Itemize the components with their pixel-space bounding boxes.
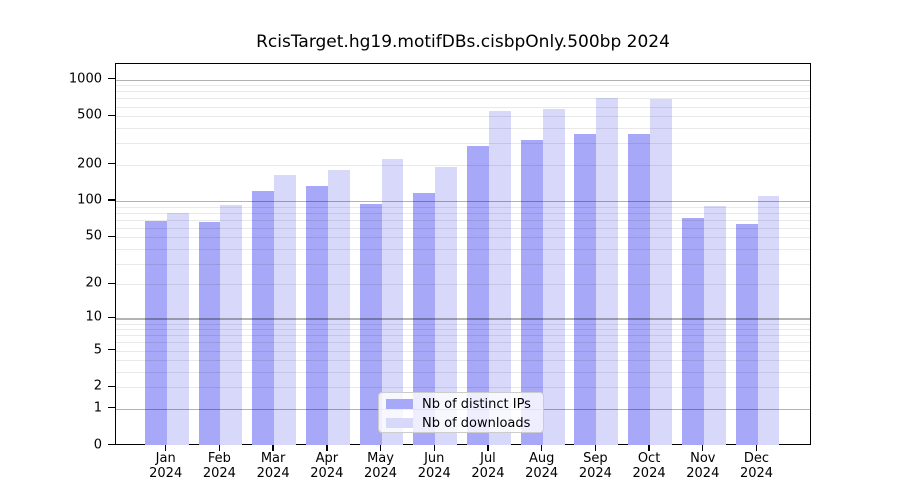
y-axis-tick-mark (108, 163, 115, 164)
y-axis-tick-label: 10 (85, 310, 102, 325)
grid-line-minor (116, 264, 810, 265)
bar-distinct-ips-jan (145, 221, 167, 445)
grid-line-minor (116, 98, 810, 99)
y-axis-tick-mark (108, 236, 115, 237)
grid-line-minor (116, 335, 810, 336)
x-axis-tick-mark (702, 445, 703, 451)
x-axis-tick-mark (648, 445, 649, 451)
x-axis-tick-mark (487, 445, 488, 451)
x-axis-tick-mark (165, 445, 166, 451)
bar-downloads-mar (274, 175, 296, 446)
y-axis-tick-label: 200 (77, 156, 102, 171)
grid-line-minor (116, 324, 810, 325)
legend-swatch-downloads (386, 418, 413, 428)
y-axis-tick-label: 50 (85, 229, 102, 244)
bar-distinct-ips-feb (199, 222, 221, 446)
y-axis-tick-label: 100 (77, 193, 102, 208)
bar-downloads-aug (543, 109, 565, 446)
y-axis-tick-mark (108, 317, 115, 318)
x-axis-tick-mark (434, 445, 435, 451)
y-axis-tick-mark (108, 444, 115, 445)
grid-line-minor (116, 116, 810, 117)
grid-line-minor (116, 329, 810, 330)
grid-line-minor (116, 128, 810, 129)
grid-line-minor (116, 213, 810, 214)
plot-area (115, 63, 811, 445)
bar-downloads-oct (650, 99, 672, 445)
grid-line-major (116, 80, 810, 81)
x-axis-tick-mark (219, 445, 220, 451)
y-axis-tick-mark (108, 78, 115, 79)
legend-item-distinct-ips: Nb of distinct IPs (386, 398, 531, 411)
bar-downloads-sep (596, 98, 618, 445)
grid-line-minor (116, 228, 810, 229)
y-axis-tick-label: 500 (77, 108, 102, 123)
grid-line-minor (116, 351, 810, 352)
x-axis-tick-mark (380, 445, 381, 451)
grid-line-minor (116, 387, 810, 388)
grid-line-minor (116, 220, 810, 221)
bar-distinct-ips-nov (682, 218, 704, 445)
y-axis-tick-label: 0 (94, 437, 102, 452)
y-axis-tick-label: 1 (94, 400, 102, 415)
grid-line-minor (116, 237, 810, 238)
grid-line-minor (116, 91, 810, 92)
grid-line-minor (116, 372, 810, 373)
y-axis-tick-label: 2 (94, 379, 102, 394)
y-axis-tick-mark (108, 349, 115, 350)
bar-distinct-ips-oct (628, 134, 650, 445)
x-axis-tick-mark (541, 445, 542, 451)
x-axis-tick-mark (595, 445, 596, 451)
grid-line-minor (116, 207, 810, 208)
grid-line-minor (116, 85, 810, 86)
bar-distinct-ips-sep (574, 134, 596, 446)
legend-item-downloads: Nb of downloads (386, 417, 530, 430)
grid-line-major (116, 201, 810, 202)
y-axis-tick-label: 5 (94, 342, 102, 357)
bar-distinct-ips-apr (306, 186, 328, 445)
legend-swatch-distinct-ips (386, 399, 413, 409)
grid-line-minor (116, 342, 810, 343)
legend-label-distinct-ips: Nb of distinct IPs (422, 398, 531, 411)
y-axis-tick-mark (108, 283, 115, 284)
y-axis-tick-mark (108, 386, 115, 387)
grid-line-minor (116, 360, 810, 361)
y-axis-tick-mark (108, 199, 115, 200)
download-stats-chart: RcisTarget.hg19.motifDBs.cisbpOnly.500bp… (0, 0, 900, 500)
legend-label-downloads: Nb of downloads (422, 417, 530, 430)
grid-line-minor (116, 165, 810, 166)
grid-line-major (116, 318, 810, 319)
grid-line-minor (116, 107, 810, 108)
y-axis-tick-mark (108, 407, 115, 408)
x-axis-tick-mark (756, 445, 757, 451)
y-axis-tick-label: 1000 (69, 71, 102, 86)
grid-line-minor (116, 143, 810, 144)
x-axis-tick-year: 2024 (722, 466, 792, 481)
chart-title: RcisTarget.hg19.motifDBs.cisbpOnly.500bp… (115, 32, 811, 52)
bar-downloads-apr (328, 170, 350, 446)
y-axis-tick-label: 20 (85, 276, 102, 291)
x-axis-tick-mark (272, 445, 273, 451)
grid-line-minor (116, 249, 810, 250)
x-axis-tick-mark (326, 445, 327, 451)
grid-line-minor (116, 284, 810, 285)
y-axis-tick-mark (108, 115, 115, 116)
x-axis-tick-label: Dec2024 (722, 451, 792, 481)
legend: Nb of distinct IPs Nb of downloads (378, 392, 544, 433)
